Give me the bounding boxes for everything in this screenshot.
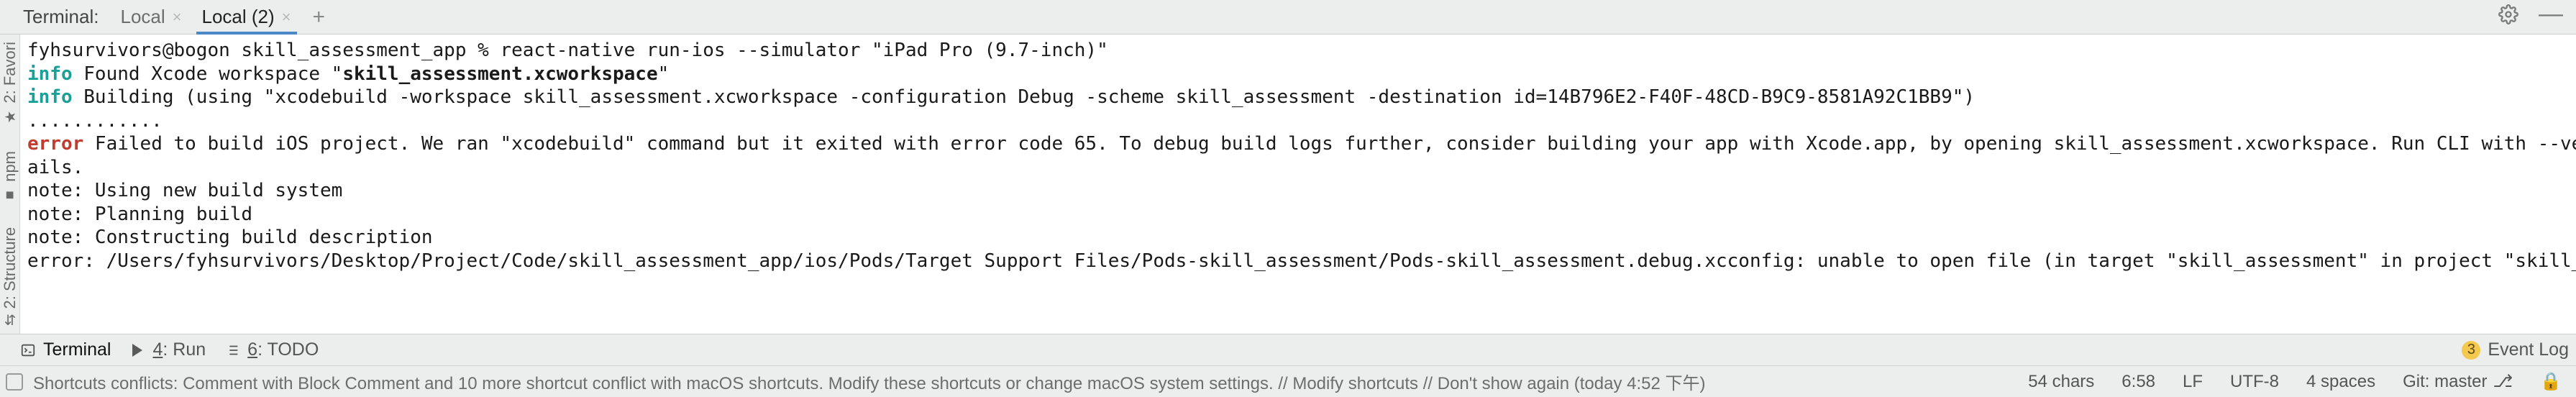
bottom-tool-tabs: Terminal 4: Run 6: TODO 3 Event Log (0, 334, 2576, 365)
add-tab-button[interactable]: + (301, 0, 337, 34)
event-badge: 3 (2462, 341, 2480, 360)
lock-icon: 🔒 (2540, 372, 2562, 391)
status-bar: Shortcuts conflicts: Comment with Block … (0, 365, 2576, 397)
tool-label: 2: Structure (1, 227, 19, 309)
log-level-info: info (27, 63, 73, 85)
tab-label: Local (120, 6, 165, 28)
tab-label: Local (2) (202, 6, 275, 28)
play-icon (129, 342, 145, 358)
console-text: Failed to build iOS project. We ran "xco… (83, 133, 2576, 155)
readonly-indicator[interactable]: 🔒 (2531, 371, 2570, 392)
left-tool-gutter: ★ 2: Favori ■ npm ⇵ 2: Structure (0, 35, 20, 334)
console-line: note: Planning build (27, 204, 252, 225)
console-line: error: /Users/fyhsurvivors/Desktop/Proje… (27, 250, 2576, 272)
terminal-tab-local[interactable]: Local × (110, 0, 191, 34)
star-icon: ★ (1, 109, 19, 127)
branch-icon: ⎇ (2493, 371, 2513, 392)
status-git-branch[interactable]: Git: master ⎇ (2394, 371, 2521, 392)
git-label: Git: master (2403, 372, 2487, 392)
tool-label: 2: Favori (1, 42, 19, 104)
gear-icon (2498, 4, 2518, 29)
terminal-tab-bar: Terminal: Local × Local (2) × + — (0, 0, 2576, 35)
npm-icon: ■ (2, 187, 18, 204)
tab-label: : TODO (257, 339, 319, 360)
console-text: Found Xcode workspace " (73, 63, 343, 85)
console-line: ails. (27, 157, 83, 178)
event-log-button[interactable]: 3 Event Log (2462, 339, 2569, 360)
log-level-error: error (27, 133, 83, 155)
terminal-icon (20, 342, 36, 358)
status-indent[interactable]: 4 spaces (2298, 372, 2384, 392)
terminal-panel-title: Terminal: (20, 0, 110, 34)
console-line: fyhsurvivors@bogon skill_assessment_app … (27, 40, 1108, 61)
list-icon (224, 342, 240, 358)
toggle-tool-windows-button[interactable] (6, 373, 23, 391)
tab-run[interactable]: 4: Run (129, 339, 206, 360)
status-message[interactable]: Shortcuts conflicts: Comment with Block … (33, 369, 1706, 394)
minimize-icon: — (2539, 3, 2563, 24)
console-text: " (658, 63, 670, 85)
terminal-output[interactable]: fyhsurvivors@bogon skill_assessment_app … (20, 35, 2576, 334)
console-text: Building (using "xcodebuild -workspace s… (73, 86, 1975, 108)
status-line-separator[interactable]: LF (2174, 372, 2211, 392)
terminal-main-area: ★ 2: Favori ■ npm ⇵ 2: Structure fyhsurv… (0, 35, 2576, 334)
console-line: note: Using new build system (27, 180, 342, 201)
close-icon[interactable]: × (173, 9, 182, 25)
tool-label: npm (1, 151, 19, 182)
close-icon[interactable]: × (282, 9, 291, 25)
tool-favorites[interactable]: ★ 2: Favori (1, 42, 19, 127)
hide-panel-button[interactable]: — (2529, 0, 2576, 34)
terminal-tab-local-2[interactable]: Local (2) × (192, 0, 301, 34)
tool-npm[interactable]: ■ npm (1, 151, 19, 204)
console-line: ............ (27, 110, 163, 132)
status-chars: 54 chars (2019, 372, 2103, 392)
tool-structure[interactable]: ⇵ 2: Structure (1, 227, 19, 327)
settings-button[interactable] (2488, 0, 2529, 34)
workspace-name: skill_assessment.xcworkspace (342, 63, 657, 85)
tab-label: : Run (163, 339, 206, 360)
tab-todo[interactable]: 6: TODO (224, 339, 319, 360)
log-level-info: info (27, 86, 73, 108)
structure-icon: ⇵ (4, 312, 16, 329)
status-time: 6:58 (2113, 372, 2164, 392)
status-encoding[interactable]: UTF-8 (2221, 372, 2288, 392)
tab-label: Terminal (43, 339, 111, 360)
event-log-label: Event Log (2488, 339, 2569, 360)
tab-mnemonic: 6 (247, 339, 257, 360)
tab-mnemonic: 4 (152, 339, 163, 360)
tab-terminal[interactable]: Terminal (20, 339, 111, 360)
console-line: note: Constructing build description (27, 227, 433, 248)
